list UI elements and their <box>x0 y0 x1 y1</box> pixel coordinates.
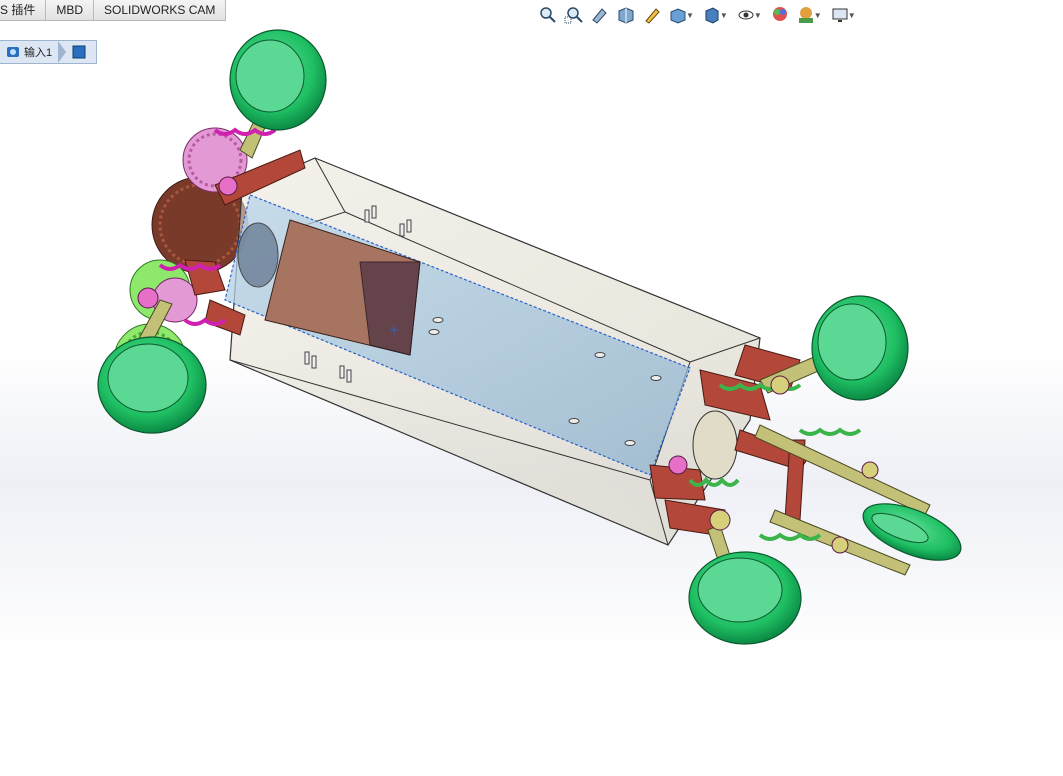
solid-body-icon <box>72 45 86 59</box>
breadcrumb-separator <box>58 41 67 63</box>
hide-show-dropdown-icon[interactable]: ▼ <box>754 11 762 20</box>
hide-show-items-icon <box>738 10 754 20</box>
graphics-viewport[interactable]: S 插件 MBD SOLIDWORKS CAM 输入1 ▼ ▼ ▼ ▼ ▼ <box>0 0 1063 776</box>
apply-scene-icon <box>798 7 813 23</box>
section-view-icon <box>618 7 634 24</box>
wheel-front-left <box>97 336 207 434</box>
tab-mbd[interactable]: MBD <box>46 0 95 21</box>
breadcrumb-part[interactable]: 输入1 <box>0 41 58 63</box>
part-icon <box>6 45 20 59</box>
section-view-button[interactable] <box>614 4 638 26</box>
previous-view-button[interactable] <box>588 4 612 26</box>
apply-scene-dropdown-icon[interactable]: ▼ <box>814 11 822 20</box>
zoom-area-icon <box>564 7 583 24</box>
wheel-front-right <box>688 551 802 645</box>
dynamic-annotation-button[interactable] <box>640 4 664 26</box>
edit-appearance-icon <box>772 7 787 21</box>
breadcrumb-feature[interactable] <box>66 41 96 63</box>
command-manager-tabs: S 插件 MBD SOLIDWORKS CAM <box>0 0 227 21</box>
view-settings-dropdown-icon[interactable]: ▼ <box>848 11 856 20</box>
heads-up-view-toolbar: ▼ ▼ ▼ ▼ ▼ <box>536 4 860 26</box>
view-settings-icon <box>832 8 848 22</box>
wheel-rear-right <box>811 295 909 401</box>
breadcrumb: 输入1 <box>0 40 98 64</box>
assembly-model[interactable] <box>0 0 1063 776</box>
previous-view-icon <box>592 8 607 24</box>
tab-solidworks-cam[interactable]: SOLIDWORKS CAM <box>94 0 227 21</box>
breadcrumb-part-label: 输入1 <box>24 47 53 59</box>
tab-addins[interactable]: S 插件 <box>0 0 47 21</box>
wheel-rear-left <box>229 29 327 131</box>
zoom-to-fit-button[interactable] <box>536 4 560 26</box>
zoom-area-button[interactable] <box>562 4 586 26</box>
view-orientation-dropdown-icon[interactable]: ▼ <box>686 11 694 20</box>
display-style-icon <box>705 7 719 24</box>
edit-appearance-button[interactable] <box>768 4 792 26</box>
dynamic-annotation-icon <box>645 8 660 24</box>
view-orientation-icon <box>670 8 686 24</box>
display-style-dropdown-icon[interactable]: ▼ <box>720 11 728 20</box>
zoom-to-fit-icon <box>540 7 556 23</box>
